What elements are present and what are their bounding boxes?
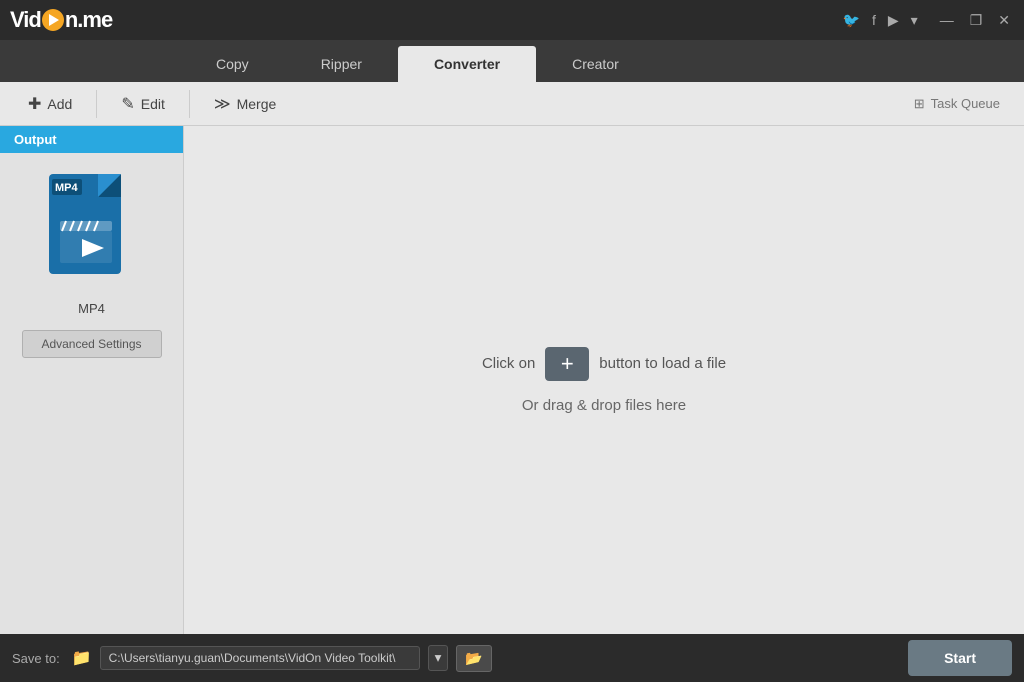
edit-icon: ✎	[121, 94, 134, 114]
close-button[interactable]: ✕	[994, 10, 1014, 31]
drag-drop-hint: Or drag & drop files here	[522, 397, 686, 414]
mp4-file-icon: MP4	[44, 169, 139, 284]
task-queue-button[interactable]: ⊞ Task Queue	[898, 88, 1016, 120]
toolbar: ✚ Add ✎ Edit ≫ Merge ⊞ Task Queue	[0, 82, 1024, 126]
merge-label: Merge	[237, 96, 277, 112]
sidebar-content: MP4 MP4 Advanced Settings	[0, 153, 183, 374]
tab-creator[interactable]: Creator	[536, 46, 655, 82]
merge-button[interactable]: ≫ Merge	[194, 86, 296, 122]
dropdown-icon[interactable]: ▾	[911, 12, 918, 29]
maximize-button[interactable]: ❐	[966, 10, 987, 31]
toolbar-separator-2	[189, 90, 190, 118]
task-queue-icon: ⊞	[914, 96, 925, 112]
minimize-button[interactable]: —	[936, 10, 958, 31]
edit-label: Edit	[141, 96, 165, 112]
mp4-icon-wrapper: MP4	[44, 169, 139, 289]
start-button[interactable]: Start	[908, 640, 1012, 676]
sidebar-output-header: Output	[0, 126, 183, 153]
format-label: MP4	[78, 301, 105, 316]
tab-copy[interactable]: Copy	[180, 46, 285, 82]
save-to-label: Save to:	[12, 651, 60, 666]
add-button[interactable]: ✚ Add	[8, 86, 92, 122]
title-bar: Vid n.me 🐦 f ▶ ▾ — ❐ ✕	[0, 0, 1024, 40]
task-queue-label: Task Queue	[931, 96, 1000, 111]
titlebar-right: 🐦 f ▶ ▾ — ❐ ✕	[843, 10, 1014, 31]
app-logo: Vid n.me	[10, 7, 112, 33]
logo-circle	[42, 9, 64, 31]
add-icon: ✚	[28, 94, 41, 114]
bottom-bar: Save to: 📁 ▾ 📂 Start	[0, 634, 1024, 682]
facebook-icon[interactable]: f	[872, 12, 876, 28]
browse-folder-button[interactable]: 📂	[456, 645, 491, 672]
output-label: Output	[14, 132, 57, 147]
nav-tabs: Copy Ripper Converter Creator	[0, 40, 1024, 82]
logo-text-vid: Vid	[10, 7, 41, 33]
tab-ripper[interactable]: Ripper	[285, 46, 398, 82]
merge-icon: ≫	[214, 94, 231, 114]
folder-icon: 📁	[72, 648, 92, 668]
window-controls: — ❐ ✕	[936, 10, 1014, 31]
save-path-input[interactable]	[100, 646, 420, 670]
add-inline-button[interactable]: +	[545, 347, 589, 381]
main-layout: Output MP4	[0, 126, 1024, 634]
path-dropdown-button[interactable]: ▾	[428, 645, 449, 671]
sidebar: Output MP4	[0, 126, 184, 634]
drop-area[interactable]: Click on + button to load a file Or drag…	[184, 126, 1024, 634]
youtube-icon[interactable]: ▶	[888, 12, 899, 29]
toolbar-separator-1	[96, 90, 97, 118]
advanced-settings-button[interactable]: Advanced Settings	[22, 330, 162, 358]
tab-converter[interactable]: Converter	[398, 46, 536, 82]
twitter-icon[interactable]: 🐦	[843, 12, 860, 29]
svg-text:MP4: MP4	[55, 182, 79, 194]
hint-suffix-text: button to load a file	[599, 355, 726, 372]
drop-hint-row: Click on + button to load a file	[482, 347, 726, 381]
edit-button[interactable]: ✎ Edit	[101, 86, 185, 122]
add-label: Add	[47, 96, 72, 112]
hint-prefix-text: Click on	[482, 355, 535, 372]
logo-text-nme: n.me	[65, 7, 112, 33]
